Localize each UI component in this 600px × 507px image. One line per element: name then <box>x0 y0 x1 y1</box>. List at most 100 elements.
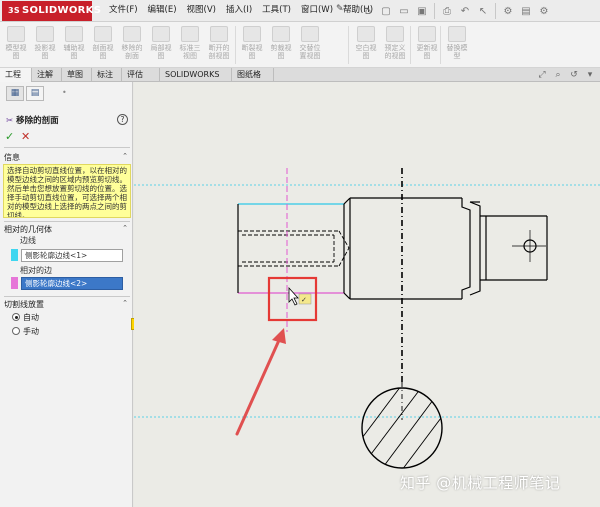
drawing-canvas[interactable]: ✓ <box>134 82 600 507</box>
empty-view-icon <box>357 26 375 42</box>
removed-section-icon <box>123 26 141 42</box>
watermark-text: 知乎 @机械工程师笔记 <box>400 474 561 492</box>
zoom-area-icon[interactable]: ⌕ <box>552 69 564 81</box>
chamfer-bottom <box>343 292 351 300</box>
cmd-crop-view[interactable]: 剪裁视图 <box>267 24 295 66</box>
drawing-sheet: ✓ <box>134 168 600 486</box>
tab-drawing[interactable]: 工程图 <box>0 68 32 92</box>
solidworks-logo[interactable]: 3S SOLIDWORKS <box>2 1 101 21</box>
property-manager-tab-icon[interactable]: ▤ <box>26 86 44 101</box>
auxiliary-view-icon <box>65 26 83 42</box>
cmd-auxiliary-view[interactable]: 辅助视图 <box>60 24 88 66</box>
opposite-edge-color-swatch <box>11 277 18 289</box>
menu-tools[interactable]: 工具(T) <box>257 0 296 22</box>
menu-view[interactable]: 视图(V) <box>182 0 221 22</box>
property-manager-title: ✂ 移除的剖面 <box>6 116 59 126</box>
help-icon[interactable]: ? <box>117 114 128 125</box>
detail-view-icon <box>152 26 170 42</box>
cmd-removed-section[interactable]: 移除的 剖面 <box>118 24 146 66</box>
cancel-button[interactable]: ✕ <box>21 130 30 143</box>
rebuild-icon[interactable]: ⚙ <box>500 3 516 19</box>
edge-color-swatch <box>11 249 18 261</box>
section-view-icon <box>94 26 112 42</box>
radio-auto-indicator[interactable] <box>12 313 20 321</box>
shaft-drawing-view[interactable] <box>237 197 548 300</box>
ok-button[interactable]: ✓ <box>5 130 14 143</box>
crop-view-icon <box>272 26 290 42</box>
tab-evaluate[interactable]: 评估 <box>122 68 160 82</box>
cmd-update-view[interactable]: 更新视图 <box>413 24 441 66</box>
update-view-icon <box>418 26 436 42</box>
cmd-detail-view[interactable]: 局部视图 <box>147 24 175 66</box>
section-header-opposite-geometry[interactable]: 相对的几何体 ⌃ <box>4 224 130 235</box>
command-separator <box>348 26 349 64</box>
cmd-section-view[interactable]: 剖面视图 <box>89 24 117 66</box>
view-settings-icon[interactable]: ▾ <box>584 69 596 81</box>
collapse-chevron-icon[interactable]: ⌃ <box>122 299 128 307</box>
command-tabs: 工程图 注解 草图 标注 评估 SOLIDWORKS 插件 图纸格式 ⤢ ⌕ ↺… <box>0 68 600 92</box>
edge-label: 边线 <box>20 236 36 245</box>
cmd-break-view[interactable]: 断裂视图 <box>238 24 266 66</box>
section-divider <box>4 147 130 148</box>
cmd-broken-out-section[interactable]: 断开的 剖视图 <box>205 24 233 66</box>
tab-annotation[interactable]: 注解 <box>32 68 62 82</box>
tab-solidworks-addins[interactable]: SOLIDWORKS 插件 <box>160 68 232 92</box>
home-icon[interactable]: ⌂ <box>360 3 376 19</box>
predefined-view-icon <box>386 26 404 42</box>
undo-icon[interactable]: ↶ <box>457 3 473 19</box>
manager-tabs: ▦ ▤ • <box>0 86 133 102</box>
removed-section-view[interactable] <box>344 382 464 486</box>
cmd-model-view[interactable]: 模型视图 <box>2 24 30 66</box>
new-document-icon[interactable]: ▢ <box>378 3 394 19</box>
annotation-arrow <box>235 328 286 436</box>
property-manager-panel: ▦ ▤ • ✂ 移除的剖面 ? ✓ ✕ 信息 ⌃ 选择自动剪切直线位置，以在相对的… <box>0 82 133 507</box>
menu-file[interactable]: 文件(F) <box>104 0 143 22</box>
collapse-chevron-icon[interactable]: ⌃ <box>122 152 128 160</box>
select-icon[interactable]: ↖ <box>475 3 491 19</box>
toolbar-separator <box>434 3 435 19</box>
options-icon[interactable]: ⚙ <box>536 3 552 19</box>
section-header-cutline-placement[interactable]: 切割线放置 ⌃ <box>4 299 130 310</box>
groove-profile <box>461 198 471 299</box>
replace-model-icon <box>448 26 466 42</box>
quick-access-toolbar: ⌂ ▢ ▭ ▣ ⎙ ↶ ↖ ⚙ ▤ ⚙ <box>360 3 552 19</box>
menu-edit[interactable]: 编辑(E) <box>143 0 182 22</box>
file-properties-icon[interactable]: ▤ <box>518 3 534 19</box>
tab-sketch[interactable]: 草图 <box>62 68 92 82</box>
tab-markup[interactable]: 标注 <box>92 68 122 82</box>
cmd-standard-3-view[interactable]: 标准三 视图 <box>176 24 204 66</box>
cmd-empty-view[interactable]: 空白视图 <box>352 24 380 66</box>
cursor-icon: ✓ <box>288 286 312 306</box>
radio-manual[interactable]: 手动 <box>12 326 39 337</box>
save-icon[interactable]: ▣ <box>414 3 430 19</box>
cmd-projected-view[interactable]: 投影视图 <box>31 24 59 66</box>
groove-right-profile <box>469 201 481 296</box>
cmd-predefined-view[interactable]: 预定义 的视图 <box>381 24 409 66</box>
feature-manager-tab-icon[interactable]: ▦ <box>6 86 24 101</box>
edge-selection-box[interactable]: 侧影轮廓边线<1> <box>21 249 123 262</box>
chamfer-top <box>343 197 351 205</box>
menu-window[interactable]: 窗口(W) <box>296 0 338 22</box>
section-divider <box>4 221 130 222</box>
cmd-replace-model[interactable]: 替换模型 <box>443 24 471 66</box>
radio-auto[interactable]: 自动 <box>12 312 39 323</box>
section-circle <box>361 387 443 469</box>
previous-view-icon[interactable]: ↺ <box>568 69 580 81</box>
opposite-edge-selection-box[interactable]: 侧影轮廓边线<2> <box>21 277 123 290</box>
menu-insert[interactable]: 插入(I) <box>221 0 257 22</box>
zoom-to-fit-icon[interactable]: ⤢ <box>536 69 548 81</box>
cmd-alternate-position-view[interactable]: 交替位 置视图 <box>296 24 324 66</box>
collapse-handle-icon[interactable]: • <box>62 88 67 97</box>
tab-sheet-format[interactable]: 图纸格式 <box>232 68 274 92</box>
open-icon[interactable]: ▭ <box>396 3 412 19</box>
section-divider <box>4 296 130 297</box>
pin-icon[interactable]: ✎ <box>336 4 348 18</box>
svg-text:✓: ✓ <box>301 296 307 304</box>
opposite-edge-label: 相对的边 <box>20 266 52 275</box>
command-separator <box>440 26 441 64</box>
print-icon[interactable]: ⎙ <box>439 3 455 19</box>
section-header-info[interactable]: 信息 ⌃ <box>4 152 130 163</box>
collapse-chevron-icon[interactable]: ⌃ <box>122 224 128 232</box>
alternate-position-view-icon <box>301 26 319 42</box>
radio-manual-indicator[interactable] <box>12 327 20 335</box>
